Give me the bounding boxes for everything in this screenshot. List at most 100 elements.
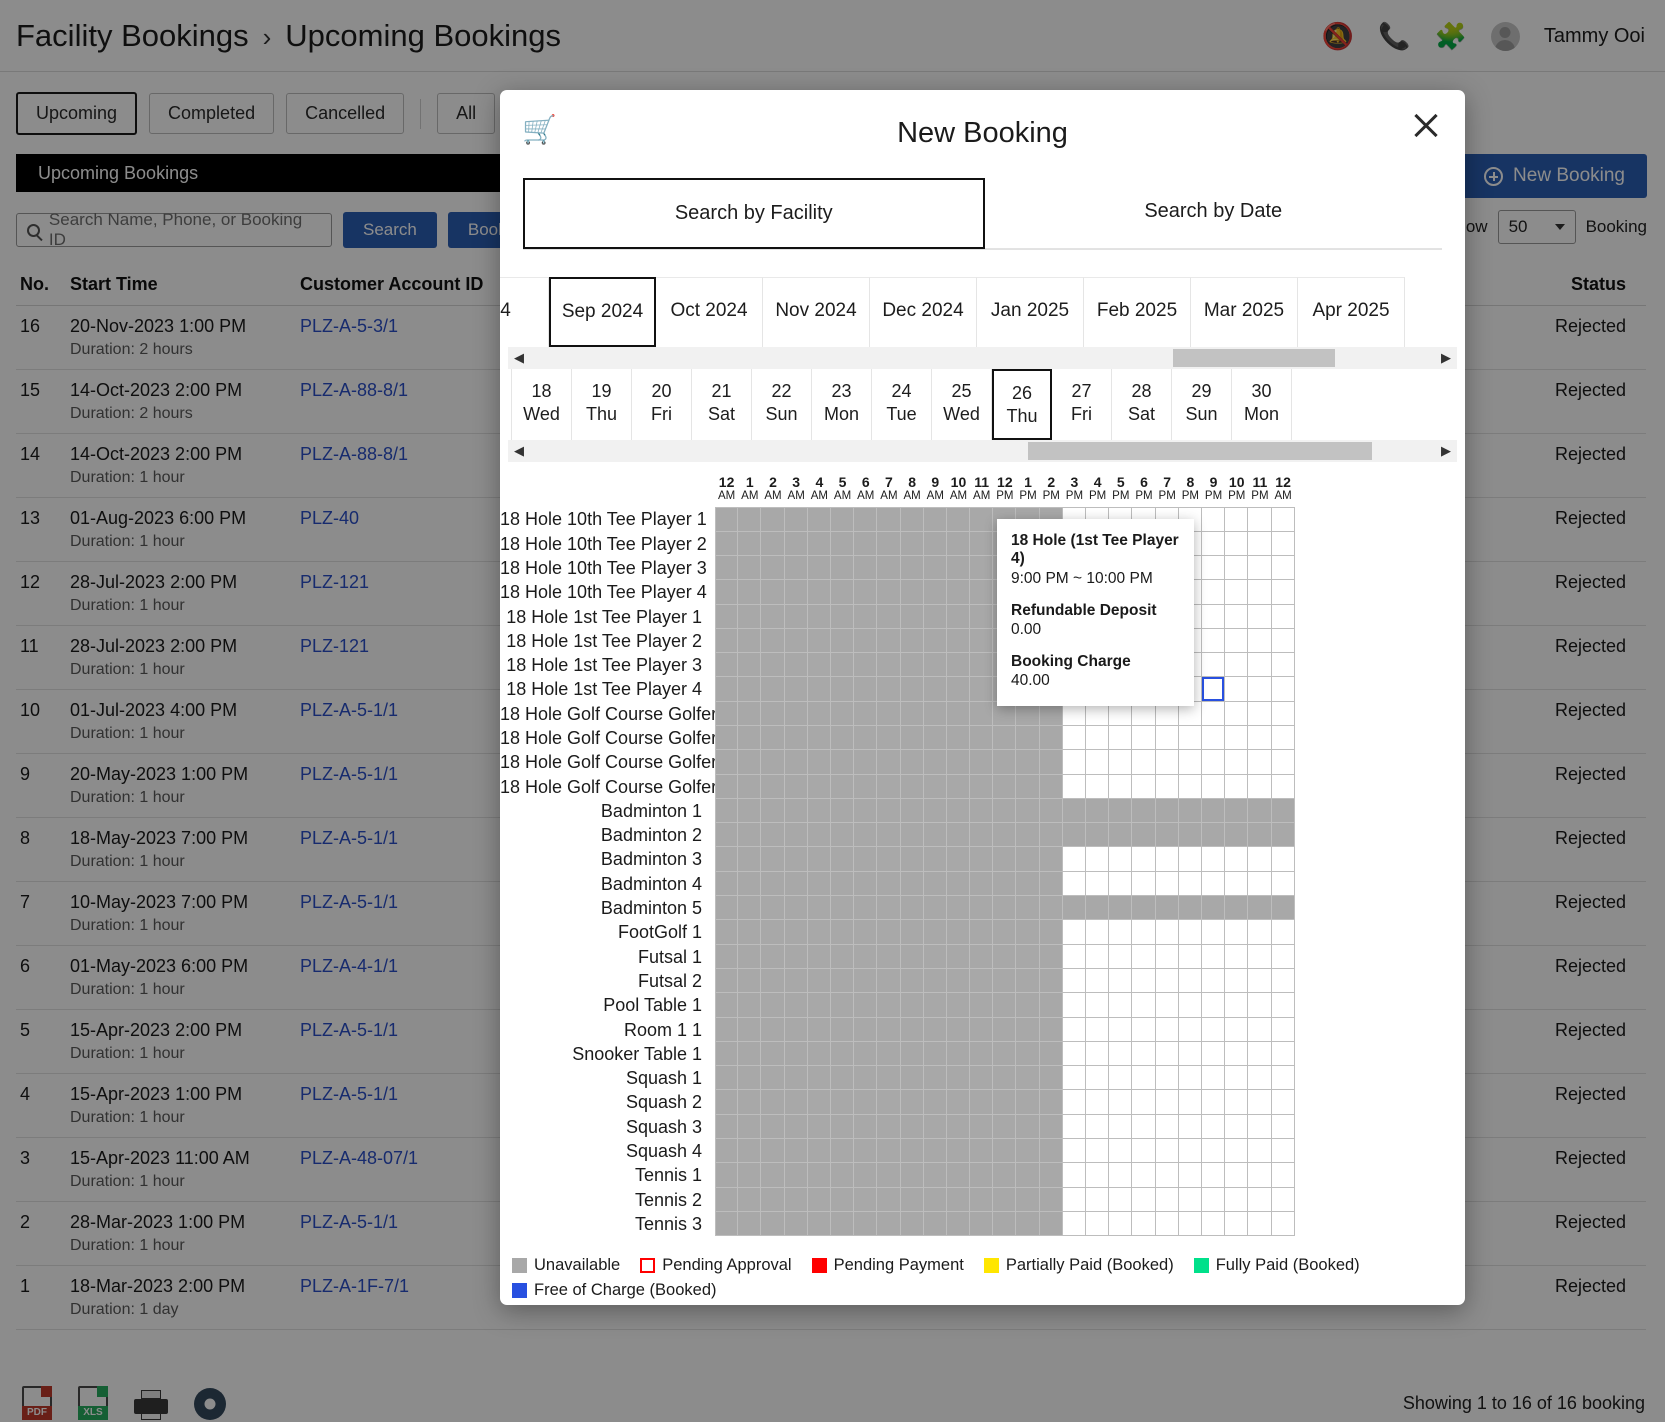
month-cell-6[interactable]: Feb 2025 xyxy=(1084,277,1191,347)
time-slot-cell[interactable] xyxy=(1179,1042,1202,1066)
time-slot-cell[interactable] xyxy=(1156,993,1179,1017)
time-slot-cell[interactable] xyxy=(1272,556,1295,580)
time-slot-cell[interactable] xyxy=(1225,507,1248,531)
time-slot-cell[interactable] xyxy=(808,1188,831,1212)
day-scroll-track[interactable] xyxy=(530,440,1435,462)
time-slot-cell[interactable] xyxy=(1225,702,1248,726)
time-slot-cell[interactable] xyxy=(1179,847,1202,871)
time-slot-cell[interactable] xyxy=(1040,896,1063,920)
time-slot-cell[interactable] xyxy=(1086,1212,1109,1236)
time-slot-cell[interactable] xyxy=(1132,847,1155,871)
time-slot-cell[interactable] xyxy=(1016,726,1039,750)
time-slot-cell[interactable] xyxy=(1248,775,1271,799)
time-slot-cell[interactable] xyxy=(854,847,877,871)
time-slot-cell[interactable] xyxy=(1248,629,1271,653)
time-slot-cell[interactable] xyxy=(1272,1188,1295,1212)
time-slot-cell[interactable] xyxy=(738,920,761,944)
time-slot-cell[interactable] xyxy=(1086,726,1109,750)
time-slot-cell[interactable] xyxy=(1156,1139,1179,1163)
time-slot-cell[interactable] xyxy=(877,1163,900,1187)
time-slot-cell[interactable] xyxy=(1225,823,1248,847)
time-slot-cell[interactable] xyxy=(1179,1212,1202,1236)
time-slot-cell[interactable] xyxy=(761,750,784,774)
time-slot-cell[interactable] xyxy=(761,775,784,799)
time-slot-cell[interactable] xyxy=(715,993,738,1017)
time-slot-cell[interactable] xyxy=(1063,799,1086,823)
time-slot-cell[interactable] xyxy=(1202,1042,1225,1066)
time-slot-cell[interactable] xyxy=(831,556,854,580)
time-slot-cell[interactable] xyxy=(924,945,947,969)
time-slot-cell[interactable] xyxy=(901,1139,924,1163)
time-slot-cell[interactable] xyxy=(1179,1188,1202,1212)
time-slot-cell[interactable] xyxy=(1109,1139,1132,1163)
time-slot-cell[interactable] xyxy=(1016,799,1039,823)
time-slot-cell[interactable] xyxy=(1156,1115,1179,1139)
time-slot-cell[interactable] xyxy=(924,993,947,1017)
time-slot-cell[interactable] xyxy=(808,1018,831,1042)
time-slot-cell[interactable] xyxy=(1040,969,1063,993)
time-slot-cell[interactable] xyxy=(1225,1090,1248,1114)
time-slot-cell[interactable] xyxy=(761,1042,784,1066)
time-slot-cell[interactable] xyxy=(715,775,738,799)
time-slot-cell[interactable] xyxy=(877,556,900,580)
time-slot-cell[interactable] xyxy=(808,823,831,847)
time-slot-cell[interactable] xyxy=(901,702,924,726)
time-slot-cell[interactable] xyxy=(901,1115,924,1139)
time-slot-cell[interactable] xyxy=(970,507,993,531)
time-slot-cell[interactable] xyxy=(1272,945,1295,969)
time-slot-cell[interactable] xyxy=(877,750,900,774)
time-slot-cell[interactable] xyxy=(1248,653,1271,677)
day-cell-3[interactable]: 20Fri xyxy=(632,369,692,440)
time-slot-cell[interactable] xyxy=(831,945,854,969)
time-slot-cell[interactable] xyxy=(831,653,854,677)
time-slot-cell[interactable] xyxy=(1109,1042,1132,1066)
time-slot-cell[interactable] xyxy=(831,629,854,653)
time-slot-cell[interactable] xyxy=(854,532,877,556)
time-slot-cell[interactable] xyxy=(947,1188,970,1212)
time-slot-cell[interactable] xyxy=(1086,993,1109,1017)
time-slot-cell[interactable] xyxy=(831,1188,854,1212)
time-slot-cell[interactable] xyxy=(1132,969,1155,993)
time-slot-cell[interactable] xyxy=(1132,1090,1155,1114)
time-slot-cell[interactable] xyxy=(1063,872,1086,896)
time-slot-cell[interactable] xyxy=(785,702,808,726)
time-slot-cell[interactable] xyxy=(1248,1163,1271,1187)
month-cell-5[interactable]: Jan 2025 xyxy=(977,277,1084,347)
time-slot-cell[interactable] xyxy=(1248,847,1271,871)
day-cell-6[interactable]: 23Mon xyxy=(812,369,872,440)
time-slot-cell[interactable] xyxy=(1225,1042,1248,1066)
time-slot-cell[interactable] xyxy=(1086,920,1109,944)
time-slot-cell[interactable] xyxy=(877,1090,900,1114)
time-slot-cell[interactable] xyxy=(738,847,761,871)
time-slot-cell[interactable] xyxy=(1063,726,1086,750)
time-slot-cell[interactable] xyxy=(1063,945,1086,969)
time-slot-cell[interactable] xyxy=(924,1066,947,1090)
time-slot-cell[interactable] xyxy=(738,1066,761,1090)
time-slot-cell[interactable] xyxy=(1248,1115,1271,1139)
time-slot-cell[interactable] xyxy=(1248,993,1271,1017)
time-slot-cell[interactable] xyxy=(715,1115,738,1139)
time-slot-cell[interactable] xyxy=(1225,775,1248,799)
time-slot-cell[interactable] xyxy=(924,580,947,604)
time-slot-cell[interactable] xyxy=(1272,653,1295,677)
time-slot-cell[interactable] xyxy=(924,1018,947,1042)
time-slot-cell[interactable] xyxy=(715,823,738,847)
time-slot-cell[interactable] xyxy=(1272,993,1295,1017)
time-slot-cell[interactable] xyxy=(1086,896,1109,920)
time-slot-cell[interactable] xyxy=(831,775,854,799)
time-slot-cell[interactable] xyxy=(761,653,784,677)
time-slot-cell[interactable] xyxy=(1272,750,1295,774)
time-slot-cell[interactable] xyxy=(924,702,947,726)
time-slot-cell[interactable] xyxy=(1086,775,1109,799)
time-slot-cell[interactable] xyxy=(1156,1018,1179,1042)
time-slot-cell[interactable] xyxy=(1016,1115,1039,1139)
time-slot-cell[interactable] xyxy=(947,605,970,629)
time-slot-cell[interactable] xyxy=(785,872,808,896)
time-slot-cell[interactable] xyxy=(785,1066,808,1090)
time-slot-cell[interactable] xyxy=(877,702,900,726)
time-slot-cell[interactable] xyxy=(738,1212,761,1236)
time-slot-cell[interactable] xyxy=(1272,823,1295,847)
month-cell-1[interactable]: Sep 2024 xyxy=(549,277,656,347)
time-slot-cell[interactable] xyxy=(1179,896,1202,920)
time-slot-cell[interactable] xyxy=(901,1163,924,1187)
